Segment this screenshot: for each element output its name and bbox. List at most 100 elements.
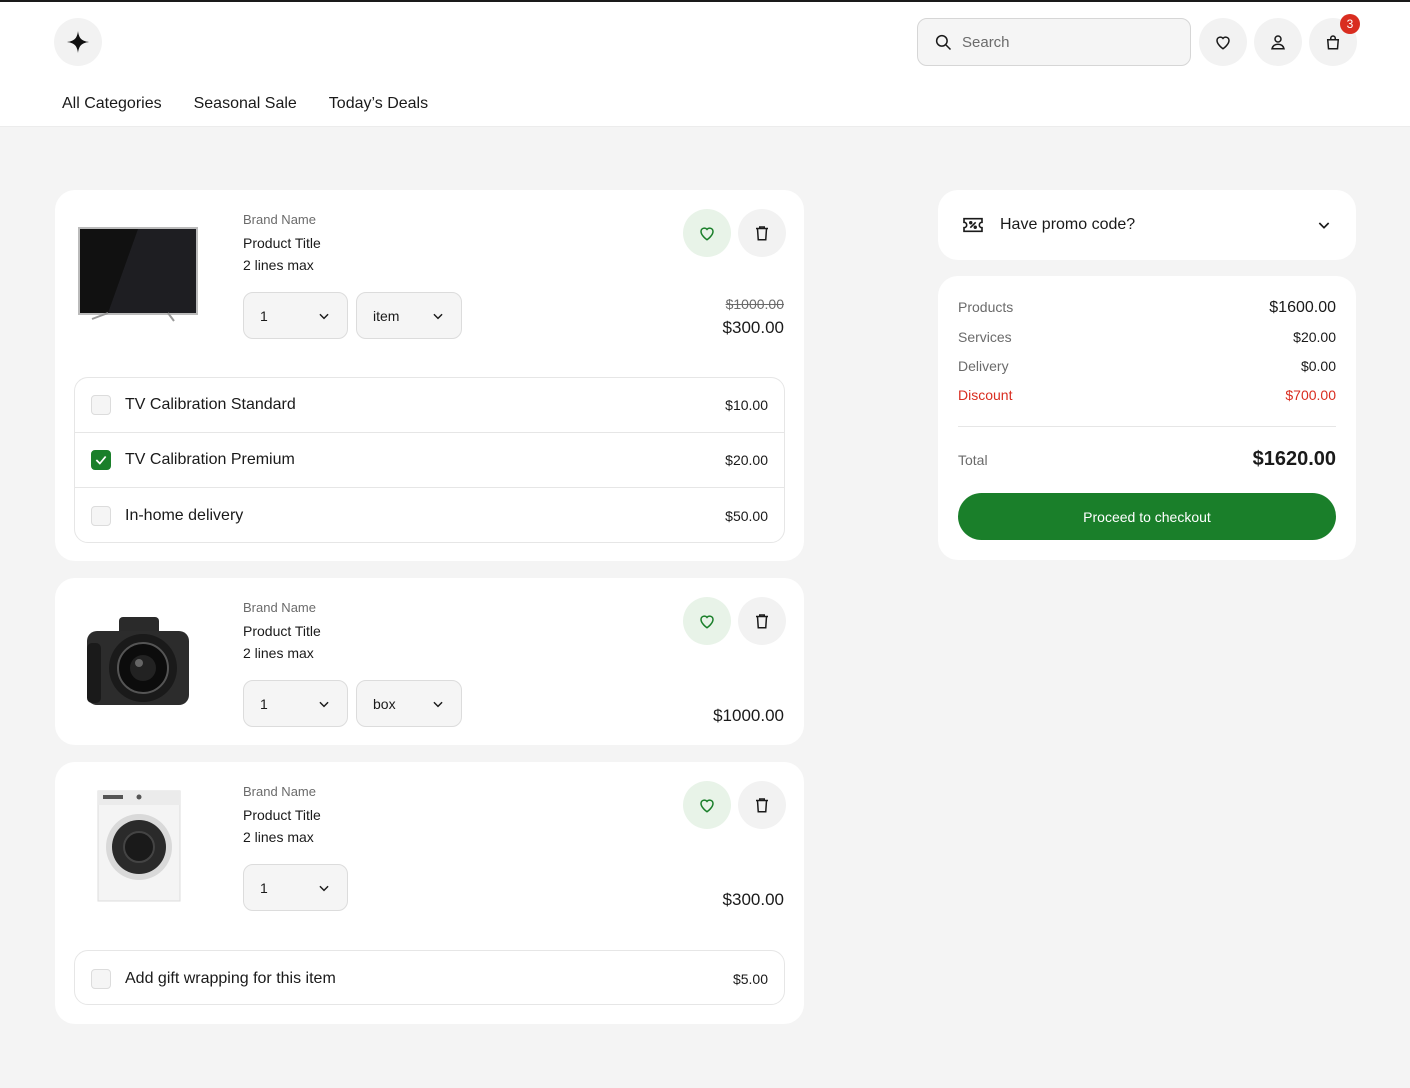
option-checkbox[interactable] (91, 450, 111, 470)
quantity-select[interactable]: 1 (243, 292, 348, 339)
option-label: TV Calibration Standard (125, 396, 296, 413)
summary-value: $1600.00 (1269, 299, 1336, 316)
summary-value: $20.00 (1293, 329, 1336, 345)
heart-icon (700, 615, 714, 629)
cart-item-card: Brand Name Product Title 2 lines max 1 $… (55, 762, 804, 1024)
option-label: TV Calibration Premium (125, 451, 295, 468)
service-option[interactable]: In-home delivery $50.00 (75, 488, 784, 542)
product-title[interactable]: Product Title (243, 232, 321, 254)
option-checkbox[interactable] (91, 395, 111, 415)
account-button[interactable] (1254, 18, 1302, 66)
brand-name: Brand Name (243, 600, 316, 615)
item-price: $300.00 (722, 318, 784, 337)
delete-button[interactable] (738, 781, 786, 829)
quantity-value: 1 (260, 307, 268, 324)
nav-seasonal-sale[interactable]: Seasonal Sale (194, 95, 297, 113)
divider (958, 426, 1336, 427)
item-price: $300.00 (722, 890, 784, 909)
user-icon (1271, 35, 1285, 50)
favorite-button[interactable] (683, 209, 731, 257)
quantity-select[interactable]: 1 (243, 680, 348, 727)
promo-code-toggle[interactable]: Have promo code? (938, 190, 1356, 260)
item-price: $1000.00 (713, 706, 784, 725)
search-box[interactable] (917, 18, 1191, 66)
option-checkbox[interactable] (91, 968, 111, 989)
nav-todays-deals[interactable]: Today’s Deals (329, 95, 428, 113)
ticket-percent-icon (963, 217, 983, 233)
bag-icon (1326, 35, 1340, 50)
unit-select[interactable]: box (356, 680, 462, 727)
favorite-button[interactable] (683, 597, 731, 645)
favorite-button[interactable] (683, 781, 731, 829)
check-icon (95, 455, 107, 465)
quantity-select[interactable]: 1 (243, 864, 348, 911)
tv-product-image (78, 227, 198, 322)
heart-icon (700, 227, 714, 241)
cart-item-card: Brand Name Product Title 2 lines max 1 i… (55, 190, 804, 561)
wishlist-button[interactable] (1199, 18, 1247, 66)
search-icon (935, 34, 952, 51)
brand-name: Brand Name (243, 784, 316, 799)
service-options: Add gift wrapping for this item $5.00 (74, 950, 785, 1005)
product-title-line2: 2 lines max (243, 645, 314, 661)
summary-row-delivery: Delivery $0.00 (958, 358, 1336, 374)
chevron-down-icon (319, 885, 329, 891)
original-price: $1000.00 (725, 296, 784, 312)
chevron-down-icon (319, 701, 329, 707)
service-option[interactable]: Add gift wrapping for this item $5.00 (75, 951, 784, 1004)
cart-item-card: Brand Name Product Title 2 lines max 1 b… (55, 578, 804, 745)
brand-name: Brand Name (243, 212, 316, 227)
service-option[interactable]: TV Calibration Standard $10.00 (75, 378, 784, 433)
washing-machine-product-image (97, 790, 181, 902)
summary-row-discount: Discount $700.00 (958, 387, 1336, 403)
product-title[interactable]: Product Title (243, 620, 321, 642)
summary-label: Delivery (958, 358, 1009, 374)
chevron-down-icon (433, 701, 443, 707)
product-title-line2: 2 lines max (243, 257, 314, 273)
cart-count-badge: 3 (1340, 14, 1360, 34)
promo-label: Have promo code? (1000, 216, 1136, 233)
logo[interactable] (54, 18, 102, 66)
chevron-down-icon (433, 313, 443, 319)
delete-button[interactable] (738, 209, 786, 257)
delete-button[interactable] (738, 597, 786, 645)
option-price: $10.00 (725, 397, 768, 413)
chevron-down-icon (319, 313, 329, 319)
option-price: $20.00 (725, 452, 768, 468)
summary-row-services: Services $20.00 (958, 329, 1336, 345)
trash-icon (756, 798, 768, 813)
quantity-value: 1 (260, 879, 268, 896)
option-price: $50.00 (725, 507, 768, 524)
option-checkbox[interactable] (91, 505, 111, 526)
sparkle-logo-icon (67, 31, 89, 53)
checkout-button[interactable]: Proceed to checkout (958, 493, 1336, 540)
option-price: $5.00 (732, 970, 768, 987)
service-options: TV Calibration Standard $10.00 TV Calibr… (74, 377, 785, 543)
service-option[interactable]: TV Calibration Premium $20.00 (75, 433, 784, 488)
order-summary: Products $1600.00 Services $20.00 Delive… (938, 276, 1356, 560)
summary-value: $0.00 (1300, 358, 1336, 374)
search-input[interactable] (962, 33, 1162, 51)
heart-icon (1216, 36, 1230, 50)
product-title[interactable]: Product Title (243, 804, 321, 826)
product-title-line2: 2 lines max (243, 829, 314, 845)
nav-all-categories[interactable]: All Categories (62, 95, 162, 113)
summary-label: Services (958, 329, 1012, 345)
chevron-down-icon (1318, 222, 1330, 229)
unit-value: box (373, 695, 396, 712)
option-label: Add gift wrapping for this item (125, 969, 336, 987)
heart-icon (700, 799, 714, 813)
summary-value: $700.00 (1285, 387, 1336, 403)
summary-row-products: Products $1600.00 (958, 299, 1336, 317)
unit-select[interactable]: item (356, 292, 462, 339)
summary-label: Products (958, 299, 1014, 315)
option-label: In-home delivery (125, 506, 244, 524)
camera-product-image (87, 617, 189, 705)
category-nav: All Categories Seasonal Sale Today’s Dea… (62, 95, 428, 113)
unit-value: item (373, 307, 400, 324)
trash-icon (756, 226, 768, 241)
summary-row-total: Total $1620.00 (958, 448, 1336, 471)
trash-icon (756, 614, 768, 629)
quantity-value: 1 (260, 695, 268, 712)
total-value: $1620.00 (1252, 448, 1336, 470)
